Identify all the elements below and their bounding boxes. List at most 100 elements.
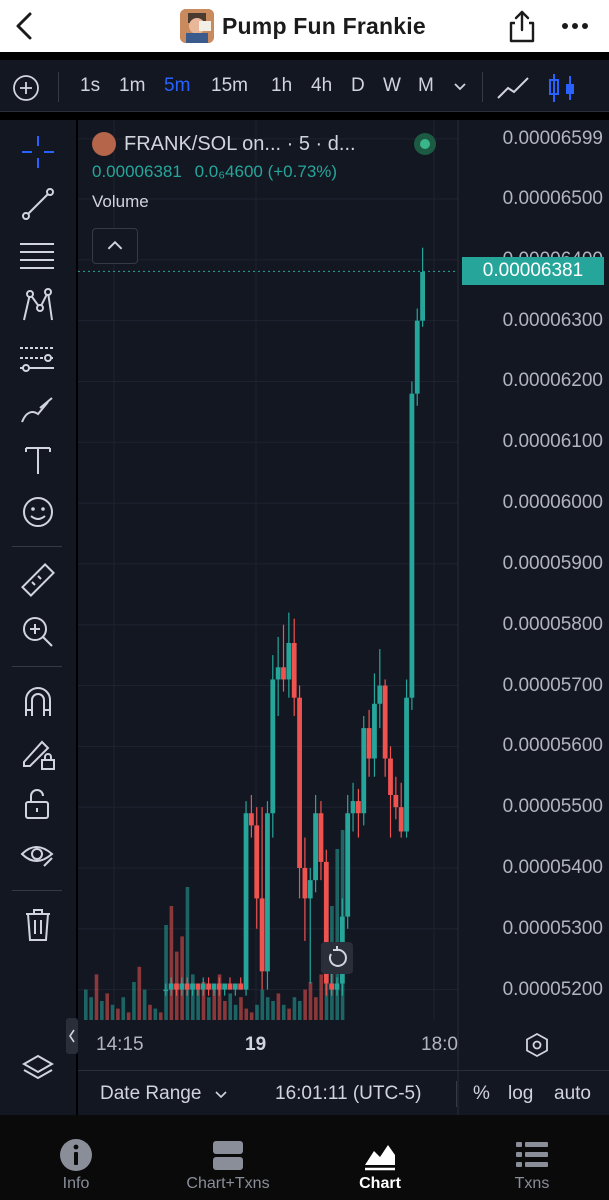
clock-timezone[interactable]: 16:01:11 (UTC-5) — [275, 1083, 421, 1105]
page-title-text: Pump Fun Frankie — [222, 12, 426, 39]
volume-bar — [260, 989, 265, 1020]
volume-bar — [105, 993, 109, 1020]
info-icon — [60, 1139, 92, 1171]
chevron-down-icon[interactable] — [452, 80, 468, 94]
line-chart-icon[interactable] — [496, 74, 530, 102]
chart-pane[interactable]: FRANK/SOL on... · 5 · d... 0.00006381 0.… — [78, 120, 609, 1115]
add-indicator-icon[interactable] — [12, 74, 40, 102]
log-scale-toggle[interactable]: log — [508, 1083, 533, 1105]
candle-body — [195, 983, 201, 990]
price-axis-label: 0.00005800 — [502, 613, 603, 635]
candle-body — [179, 983, 185, 990]
time-axis-label: 18:0 — [421, 1034, 458, 1055]
candle-body — [414, 320, 420, 394]
candle-body — [329, 983, 335, 990]
chart-bottom-bar: Date Range 16:01:11 (UTC-5) % log auto — [78, 1070, 609, 1115]
settings-icon[interactable] — [524, 1032, 550, 1058]
zoom-in-icon[interactable] — [18, 612, 58, 652]
volume-bar — [126, 1012, 131, 1020]
layers-icon[interactable] — [18, 1050, 58, 1090]
interval-w[interactable]: W — [383, 74, 401, 98]
volume-bar — [233, 1004, 238, 1020]
emoji-icon[interactable] — [18, 492, 58, 532]
price-axis-label: 0.00006300 — [502, 309, 603, 331]
tab-chart-txns[interactable]: Chart+Txns — [152, 1115, 304, 1200]
text-tool-icon[interactable] — [18, 440, 58, 480]
forecast-icon[interactable] — [18, 338, 58, 378]
interval-1h[interactable]: 1h — [271, 74, 292, 98]
sidebar-collapse-icon[interactable] — [66, 1018, 78, 1054]
app-header: Pump Fun Frankie — [0, 0, 609, 52]
interval-d[interactable]: D — [351, 74, 365, 98]
candle-body — [275, 667, 281, 680]
time-axis-label: 19 — [245, 1034, 267, 1055]
tab-txns[interactable]: Txns — [456, 1115, 608, 1200]
legend-symbol[interactable]: FRANK/SOL on... · 5 · d... — [124, 133, 356, 156]
volume-bar — [239, 997, 243, 1020]
tab-label: Chart+Txns — [186, 1175, 270, 1192]
interval-5m[interactable]: 5m — [164, 74, 190, 98]
percent-scale-toggle[interactable]: % — [473, 1083, 490, 1105]
candle-body — [398, 807, 404, 832]
tab-info[interactable]: Info — [0, 1115, 152, 1200]
volume-bar — [265, 997, 270, 1020]
price-axis-label: 0.00005200 — [502, 978, 603, 1000]
volume-bar — [249, 1012, 254, 1020]
interval-1s[interactable]: 1s — [80, 74, 100, 98]
interval-m[interactable]: M — [418, 74, 434, 98]
auto-scale-toggle[interactable]: auto — [554, 1083, 591, 1105]
trend-line-icon[interactable] — [18, 184, 58, 224]
sidebar-divider — [12, 666, 62, 667]
interval-15m[interactable]: 15m — [211, 74, 248, 98]
toolbar-divider — [482, 72, 483, 102]
crosshair-icon[interactable] — [18, 132, 58, 172]
tab-chart[interactable]: Chart — [304, 1115, 456, 1200]
volume-bar — [271, 1001, 275, 1020]
legend-price: 0.00006381 — [92, 162, 182, 181]
magnet-icon[interactable] — [18, 682, 58, 722]
legend-token-avatar — [92, 132, 116, 156]
price-axis-label: 0.00006200 — [502, 370, 603, 392]
candle-body — [227, 983, 233, 990]
chevron-down-icon[interactable] — [214, 1089, 228, 1101]
price-axis-label: 0.00006599 — [502, 127, 603, 149]
volume-bar — [110, 1004, 115, 1020]
price-axis-label: 0.00005400 — [502, 856, 603, 878]
eye-icon[interactable] — [18, 834, 58, 874]
date-range-button[interactable]: Date Range — [100, 1083, 201, 1105]
candle-body — [318, 813, 324, 862]
volume-bar — [228, 993, 233, 1020]
more-horizontal-icon[interactable] — [560, 12, 590, 40]
candle-body — [163, 989, 169, 992]
interval-4h[interactable]: 4h — [311, 74, 332, 98]
fib-retracement-icon[interactable] — [18, 236, 58, 276]
candle-body — [222, 983, 228, 990]
price-axis-label: 0.00005900 — [502, 552, 603, 574]
candle-body — [232, 983, 238, 990]
ruler-icon[interactable] — [18, 560, 58, 600]
legend-volume-label[interactable]: Volume — [92, 192, 356, 212]
reset-chart-icon[interactable] — [321, 942, 353, 974]
mountain-chart-icon — [365, 1145, 395, 1171]
volume-bar — [137, 966, 142, 1020]
candle-body — [259, 898, 265, 972]
market-status-dot[interactable] — [414, 133, 436, 155]
brush-icon[interactable] — [18, 390, 58, 430]
chevron-left-icon[interactable] — [8, 8, 44, 44]
volume-bar — [158, 1012, 163, 1020]
candle-body — [184, 983, 190, 990]
lock-drawings-icon[interactable] — [18, 732, 58, 772]
candle-body — [297, 697, 302, 868]
pattern-icon[interactable] — [18, 286, 58, 326]
volume-bar — [319, 974, 323, 1020]
unlock-icon[interactable] — [18, 784, 58, 824]
candlestick-icon[interactable] — [544, 72, 580, 104]
interval-1m[interactable]: 1m — [119, 74, 145, 98]
trash-icon[interactable] — [18, 904, 58, 944]
chevron-up-icon[interactable] — [92, 228, 138, 264]
share-icon[interactable] — [506, 8, 538, 44]
bottom-tab-bar: Info Chart+Txns Chart Txns — [0, 1115, 609, 1200]
candle-body — [388, 758, 393, 795]
volume-bar — [84, 989, 88, 1020]
sidebar-divider — [12, 890, 62, 891]
